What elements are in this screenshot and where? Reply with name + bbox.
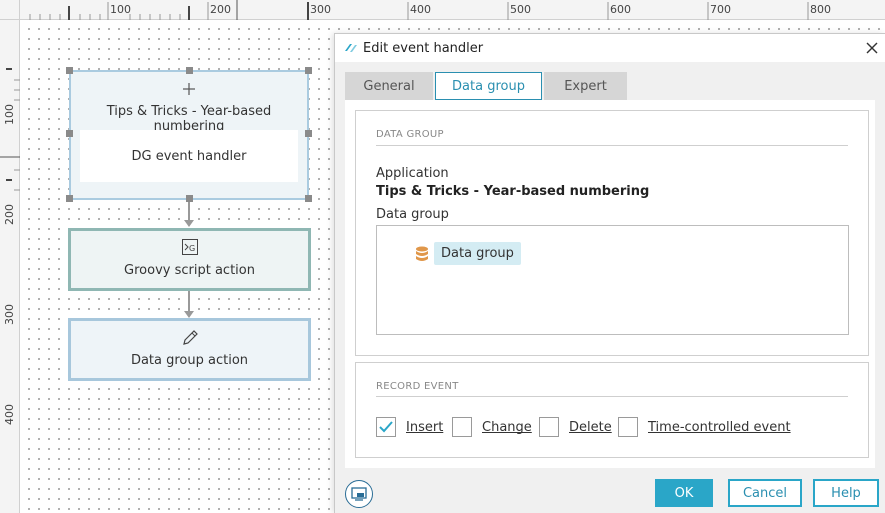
tab-panel: DATA GROUP Application Tips & Tricks - Y… [345,100,875,468]
flow-connector [188,291,190,311]
arrow-down-icon [184,220,194,227]
dialog-titlebar[interactable]: Edit event handler [335,34,885,62]
resize-handle[interactable] [66,130,73,137]
dialog-title: Edit event handler [363,41,484,56]
resize-handle[interactable] [305,67,312,74]
flow-connector [188,202,190,220]
resize-handle[interactable] [305,195,312,202]
delete-checkbox[interactable] [539,417,559,437]
data-group-section: DATA GROUP Application Tips & Tricks - Y… [355,110,869,356]
groovy-script-action-node[interactable]: G Groovy script action [68,228,311,291]
change-label[interactable]: Change [482,420,532,435]
tab-expert[interactable]: Expert [544,72,627,100]
node-label: Data group action [130,353,249,368]
plus-icon [183,83,195,95]
event-handler-node[interactable]: Tips & Tricks - Year-based numbering DG … [69,70,309,200]
checkmark-icon [379,421,393,433]
ruler-ticks [29,0,809,20]
pencil-icon [182,330,198,345]
time-controlled-label[interactable]: Time-controlled event [648,420,791,435]
data-group-list[interactable]: Data group [376,225,849,335]
change-checkbox[interactable] [452,417,472,437]
help-button[interactable]: Help [813,479,879,507]
window-icon [351,487,367,501]
application-label: Application [376,166,449,181]
insert-label[interactable]: Insert [406,420,443,435]
vertical-ruler: 100 200 300 400 [0,20,20,513]
resize-handle[interactable] [186,67,193,74]
section-caption: DATA GROUP [376,129,444,140]
close-icon[interactable] [864,40,880,56]
tab-data-group[interactable]: Data group [435,72,542,100]
ruler-corner [0,0,20,20]
section-caption: RECORD EVENT [376,381,459,392]
resize-handle[interactable] [186,195,193,202]
ok-button[interactable]: OK [655,479,713,507]
time-controlled-checkbox[interactable] [618,417,638,437]
info-panel-icon[interactable] [345,480,373,508]
resize-handle[interactable] [66,67,73,74]
application-value: Tips & Tricks - Year-based numbering [376,184,650,199]
resize-handle[interactable] [305,130,312,137]
data-group-item[interactable]: Data group [434,242,521,265]
data-group-label: Data group [376,207,449,222]
database-icon [416,246,428,261]
app-logo-icon [345,44,357,52]
section-divider [376,145,848,146]
record-event-section: RECORD EVENT Insert Change Delete Time-c… [355,362,869,458]
insert-checkbox[interactable] [376,417,396,437]
resize-handle[interactable] [66,195,73,202]
ruler-ticks [0,68,20,191]
edit-event-handler-dialog: Edit event handler General Data group Ex… [334,33,885,513]
groovy-script-icon: G [181,239,198,255]
tab-general[interactable]: General [345,72,433,100]
data-group-action-node[interactable]: Data group action [68,318,311,381]
delete-label[interactable]: Delete [569,420,612,435]
section-divider [376,396,848,397]
cancel-button[interactable]: Cancel [728,479,802,507]
svg-text:G: G [189,244,195,253]
horizontal-ruler: 100 200 300 400 500 600 700 800 [0,0,885,20]
node-label: Groovy script action [124,263,255,278]
node-inner-label: DG event handler [80,130,298,182]
arrow-down-icon [184,311,194,318]
